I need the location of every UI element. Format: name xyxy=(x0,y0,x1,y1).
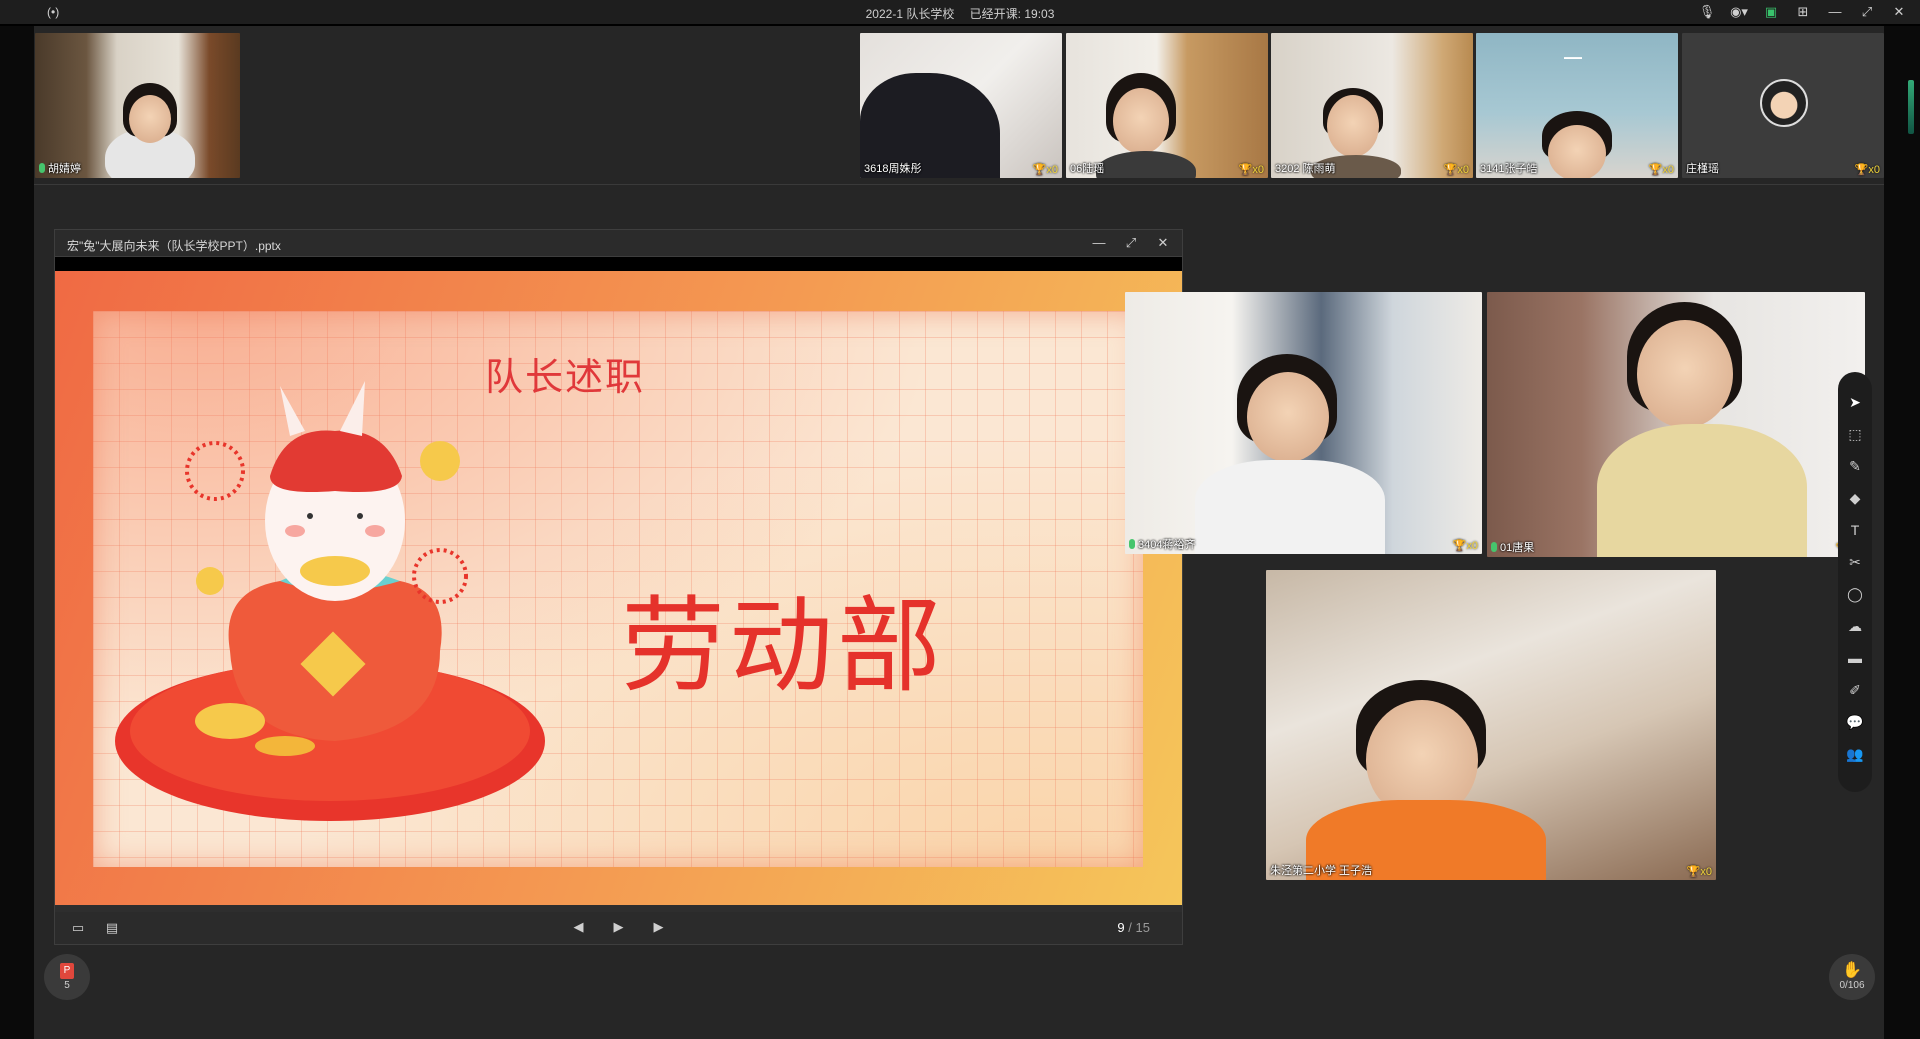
toolbox-icon[interactable]: ▬ xyxy=(1845,646,1865,670)
minimize-icon[interactable]: — xyxy=(1090,234,1108,252)
video-tile[interactable]: 3404蒋裕齐 🏆x0 xyxy=(1125,292,1482,554)
slide: 队长述职 劳动部 xyxy=(55,271,1182,905)
trophy-count: 🏆x0 xyxy=(1238,164,1264,176)
trophy-count: 🏆x0 xyxy=(1452,540,1478,552)
previous-slide-icon[interactable]: ◀ xyxy=(570,918,588,936)
participant-name: 01唐果 xyxy=(1491,539,1534,555)
edit-icon[interactable]: ✐ xyxy=(1845,678,1865,702)
participant-name: 3141张子皓 xyxy=(1480,163,1538,175)
minimize-icon[interactable]: — xyxy=(1826,3,1844,21)
volume-meter xyxy=(1908,80,1914,134)
play-icon[interactable]: ▶ xyxy=(610,918,628,936)
microphone-icon[interactable]: 🎙︎▾ xyxy=(1698,3,1716,37)
top-bar: (•) 2022-1 队长学校 已经开课: 19:03 🎙︎▾ ◉▾ ▣ ⊞ —… xyxy=(0,0,1920,37)
participant-name: 3618周姝彤 xyxy=(864,163,922,175)
scissors-icon[interactable]: ✂ xyxy=(1845,550,1865,574)
window-title: 2022-1 队长学校 已经开课: 19:03 xyxy=(0,5,1920,22)
pointer-icon[interactable]: ➤ xyxy=(1845,390,1865,414)
ppt-window[interactable]: 宏"兔"大展向未来（队长学校PPT）.pptx — ⤢ ✕ 队长述职 劳动部 ▭… xyxy=(54,229,1183,945)
class-title: 2022-1 队长学校 xyxy=(865,7,955,21)
pen-icon[interactable]: ✎ xyxy=(1845,454,1865,478)
close-icon[interactable]: ✕ xyxy=(1154,234,1172,252)
record-icon[interactable]: ▣ xyxy=(1762,3,1780,21)
video-tile[interactable]: 朱泾第二小学 王子浩 🏆x0 xyxy=(1266,570,1716,880)
elapsed-time: 已经开课: 19:03 xyxy=(969,7,1055,21)
video-tile[interactable]: 01唐果 🏆x0 xyxy=(1487,292,1865,557)
participant-name: 3404蒋裕齐 xyxy=(1129,536,1195,552)
fullscreen-icon[interactable]: ⤢ xyxy=(1122,234,1140,252)
eraser-icon[interactable]: ◆ xyxy=(1845,486,1865,510)
video-tile[interactable]: 06陆瑶 🏆x0 xyxy=(1066,33,1268,178)
video-tile[interactable]: 3618周姝彤 🏆x0 xyxy=(860,33,1062,178)
camera-icon[interactable]: ◉▾ xyxy=(1730,3,1748,21)
slide-viewport: 队长述职 劳动部 xyxy=(55,257,1182,905)
selection-icon[interactable]: ⬚ xyxy=(1845,422,1865,446)
trophy-count: 🏆x0 xyxy=(1686,866,1712,878)
chat-icon[interactable]: 💬 xyxy=(1845,710,1865,734)
video-tile[interactable]: — 3141张子皓 🏆x0 xyxy=(1476,33,1678,178)
trophy-count: 🏆x0 xyxy=(1443,164,1469,176)
trophy-count: 🏆x0 xyxy=(1648,164,1674,176)
restore-icon[interactable]: ⤢ xyxy=(1858,3,1876,21)
raise-hand-icon: ✋ xyxy=(1842,962,1862,979)
wall-sign: — xyxy=(1564,47,1582,67)
mic-active-icon xyxy=(39,163,45,173)
close-icon[interactable]: ✕ xyxy=(1890,3,1908,21)
ppt-badge[interactable]: P 5 xyxy=(44,954,90,1000)
right-edge xyxy=(1884,26,1920,1039)
video-tile-camera-off[interactable]: 庄槿瑶 🏆x0 xyxy=(1682,33,1884,178)
video-tile-teacher[interactable]: 胡婧婷 xyxy=(35,33,240,178)
text-icon[interactable]: T xyxy=(1845,518,1865,542)
ppt-count: 5 xyxy=(64,980,70,991)
avatar xyxy=(1760,79,1808,127)
grid-icon[interactable]: ⊞ xyxy=(1794,3,1812,21)
raise-hand-badge[interactable]: ✋ 0/106 xyxy=(1829,954,1875,1000)
mic-active-icon xyxy=(1129,539,1135,549)
ppt-controls: ▭ ▤ ◀ ▶ ▶ 9 / 15 xyxy=(55,912,1182,944)
ppt-titlebar[interactable]: 宏"兔"大展向未来（队长学校PPT）.pptx — ⤢ ✕ xyxy=(55,230,1182,257)
participant-name: 朱泾第二小学 王子浩 xyxy=(1270,865,1373,877)
ppt-filename: 宏"兔"大展向未来（队长学校PPT）.pptx xyxy=(67,239,281,253)
slide-main-title: 劳动部 xyxy=(621,585,946,707)
mic-active-icon xyxy=(1491,542,1497,552)
annotation-toolbar: ➤ ⬚ ✎ ◆ T ✂ ◯ ☁ ▬ ✐ 💬 👥 xyxy=(1838,372,1872,792)
participant-name: 庄槿瑶 xyxy=(1686,163,1719,175)
trophy-count: 🏆x0 xyxy=(1032,164,1058,176)
participant-name: 胡婧婷 xyxy=(39,160,81,176)
next-slide-icon[interactable]: ▶ xyxy=(650,918,668,936)
participant-name: 06陆瑶 xyxy=(1070,163,1105,175)
hands-count: 0/106 xyxy=(1839,980,1865,991)
participant-name: 3202 陈雨萌 xyxy=(1275,163,1336,175)
page-indicator: 9 / 15 xyxy=(1117,920,1150,935)
trophy-count: 🏆x0 xyxy=(1854,164,1880,176)
cloud-icon[interactable]: ☁ xyxy=(1845,614,1865,638)
ppt-icon: P xyxy=(60,963,74,979)
divider xyxy=(34,184,1884,185)
users-icon[interactable]: 👥 xyxy=(1845,742,1865,766)
left-edge xyxy=(0,26,34,1039)
circle-tool-icon[interactable]: ◯ xyxy=(1845,582,1865,606)
video-tile[interactable]: 3202 陈雨萌 🏆x0 xyxy=(1271,33,1473,178)
rabbit-mascot-illustration xyxy=(115,381,545,821)
